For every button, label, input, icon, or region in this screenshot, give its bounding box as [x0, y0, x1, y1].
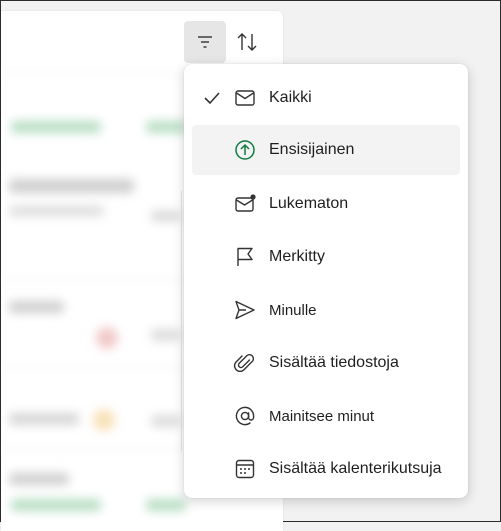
- calendar-icon: [232, 456, 258, 482]
- filter-item-tiedostoja[interactable]: Sisältää tiedostoja: [192, 338, 460, 388]
- mail-unread-icon: [232, 191, 258, 217]
- filter-item-merkitty[interactable]: Merkitty: [192, 232, 460, 282]
- filter-item-label: Lukematon: [269, 195, 349, 212]
- filter-icon: [198, 36, 212, 48]
- filter-item-label: Kaikki: [269, 89, 312, 106]
- mail-icon: [232, 85, 258, 111]
- checkmark-icon: [202, 88, 222, 108]
- filter-item-label: Sisältää tiedostoja: [269, 354, 399, 371]
- send-icon: [232, 297, 258, 323]
- sort-arrows-icon: [237, 33, 257, 51]
- filter-item-kaikki[interactable]: Kaikki: [192, 73, 460, 123]
- filter-button[interactable]: [184, 21, 226, 63]
- arrow-up-circle-icon: [232, 137, 258, 163]
- filter-item-label: Ensisijainen: [269, 141, 355, 158]
- filter-item-ensisijainen[interactable]: Ensisijainen: [192, 125, 460, 175]
- sort-button[interactable]: [226, 21, 268, 63]
- filter-item-lukematon[interactable]: Lukematon: [192, 179, 460, 229]
- filter-item-kalenterikutsuja[interactable]: Sisältää kalenterikutsuja: [192, 444, 460, 494]
- filter-menu: Kaikki Ensisijainen Lukematon Merkitty M…: [184, 64, 468, 498]
- filter-item-mainitsee[interactable]: Mainitsee minut: [192, 391, 460, 441]
- paperclip-icon: [232, 350, 258, 376]
- filter-item-label: Minulle: [269, 301, 317, 319]
- filter-item-label: Sisältää kalenterikutsuja: [269, 460, 442, 477]
- filter-item-minulle[interactable]: Minulle: [192, 285, 460, 335]
- at-icon: [232, 403, 258, 429]
- filter-item-label: Merkitty: [269, 248, 325, 265]
- flag-icon: [232, 244, 258, 270]
- filter-item-label: Mainitsee minut: [269, 407, 375, 425]
